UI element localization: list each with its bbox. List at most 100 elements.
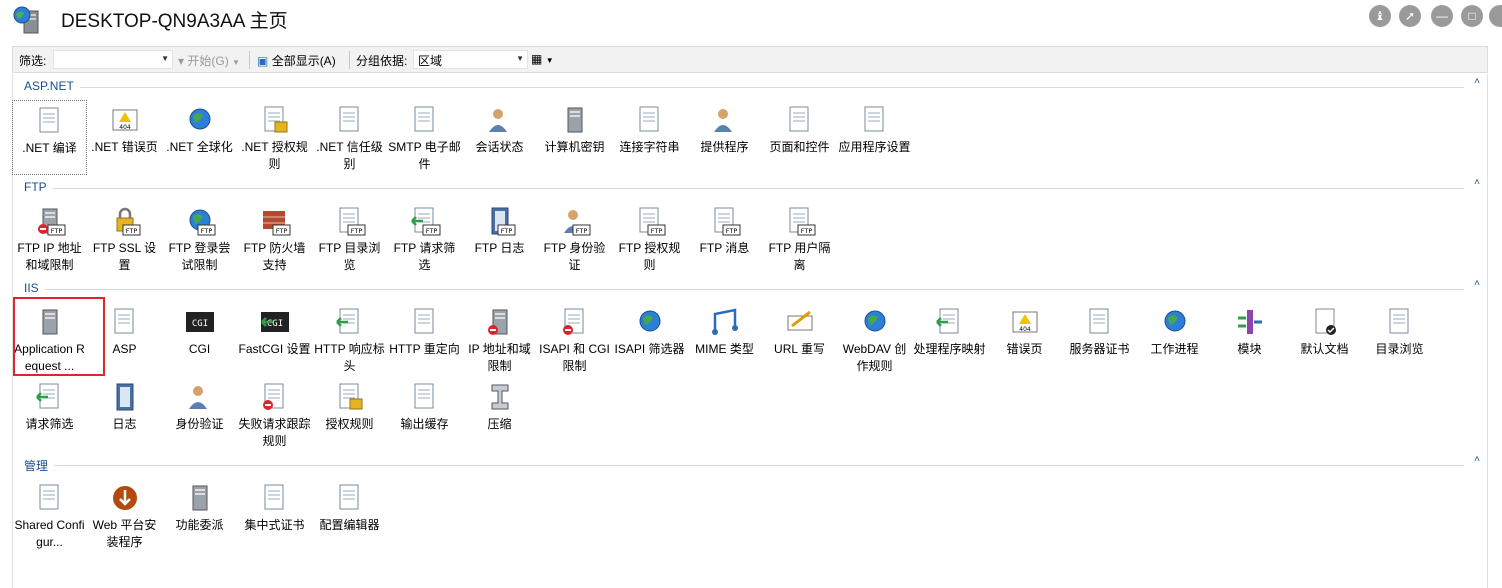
svg-text:FTP: FTP	[500, 227, 512, 235]
feature-label: 页面和控件	[769, 140, 830, 154]
feature-label: SMTP 电子邮件	[388, 140, 461, 171]
group-header[interactable]: ASP.NET ˄	[12, 76, 1488, 95]
feature-item[interactable]: FTP FTP SSL 设置	[87, 201, 162, 276]
feature-item[interactable]: Application Request ...	[12, 302, 87, 377]
window-title: DESKTOP-QN9A3AA 主页	[61, 11, 288, 32]
feature-item[interactable]: 日志	[87, 377, 162, 452]
feature-label: 请求筛选	[25, 417, 74, 431]
chevron-up-icon[interactable]: ˄	[1474, 278, 1480, 289]
feature-item[interactable]: URL 重写	[762, 302, 837, 377]
feature-item[interactable]: FTP FTP 消息	[687, 201, 762, 276]
feature-label: HTTP 重定向	[389, 342, 460, 356]
svg-text:FTP: FTP	[800, 227, 812, 235]
feature-item[interactable]: 工作进程	[1137, 302, 1212, 377]
feature-item[interactable]: IP 地址和域限制	[462, 302, 537, 377]
feature-item[interactable]: 模块	[1212, 302, 1287, 377]
feature-item[interactable]: FTP FTP 防火墙支持	[237, 201, 312, 276]
close-button[interactable]	[1489, 5, 1502, 27]
feature-item[interactable]: HTTP 响应标头	[312, 302, 387, 377]
feature-item[interactable]: .NET 授权规则	[237, 100, 312, 175]
shared-configuration-icon	[34, 482, 66, 514]
feature-item[interactable]: 配置编辑器	[312, 478, 387, 553]
feature-item[interactable]: CGI CGI	[162, 302, 237, 377]
feature-item[interactable]: 提供程序	[687, 100, 762, 175]
minimize-button[interactable]: —	[1431, 5, 1453, 27]
shirt-icon[interactable]: ♝	[1369, 5, 1391, 27]
feature-item[interactable]: 应用程序设置	[837, 100, 912, 175]
pin-icon[interactable]: ➚	[1399, 5, 1421, 27]
feature-item[interactable]: 连接字符串	[612, 100, 687, 175]
feature-item[interactable]: .NET 信任级别	[312, 100, 387, 175]
feature-item[interactable]: 压缩	[462, 377, 537, 452]
feature-label: 配置编辑器	[319, 518, 380, 532]
feature-item[interactable]: .NET 全球化	[162, 100, 237, 175]
feature-item[interactable]: 集中式证书	[237, 478, 312, 553]
feature-item[interactable]: HTTP 重定向	[387, 302, 462, 377]
feature-item[interactable]: Shared Configur...	[12, 478, 87, 553]
feature-item[interactable]: 页面和控件	[762, 100, 837, 175]
feature-label: .NET 授权规则	[241, 140, 308, 171]
feature-item[interactable]: FTP FTP 目录浏览	[312, 201, 387, 276]
feature-item[interactable]: 计算机密钥	[537, 100, 612, 175]
chevron-down-icon[interactable]: ▼	[516, 54, 524, 63]
svg-text:FTP: FTP	[575, 227, 587, 235]
filter-input[interactable]: ▼	[53, 50, 173, 69]
chevron-up-icon[interactable]: ˄	[1474, 177, 1480, 188]
feature-label: IP 地址和域限制	[468, 342, 531, 373]
show-all-label: 全部显示(A)	[271, 54, 336, 68]
feature-item[interactable]: SMTP 电子邮件	[387, 100, 462, 175]
group-by-select[interactable]: 区域 ▼	[413, 50, 528, 69]
feature-item[interactable]: CGI FastCGI 设置	[237, 302, 312, 377]
feature-item[interactable]: 处理程序映射	[912, 302, 987, 377]
feature-item[interactable]: 服务器证书	[1062, 302, 1137, 377]
feature-item[interactable]: ASP	[87, 302, 162, 377]
group-header[interactable]: IIS ˄	[12, 278, 1488, 297]
svg-text:FTP: FTP	[725, 227, 737, 235]
globe-icon	[184, 104, 216, 136]
cgi-icon: CGI	[184, 306, 216, 338]
feature-item[interactable]: FTP FTP 登录尝试限制	[162, 201, 237, 276]
feature-item[interactable]: 身份验证	[162, 377, 237, 452]
feature-label: FTP 用户隔离	[768, 241, 831, 272]
application-request-routing-icon	[34, 306, 66, 338]
view-mode-button[interactable]: ▦ ▼	[531, 52, 554, 66]
feature-label: Application Request ...	[14, 342, 85, 373]
feature-item[interactable]: 默认文档	[1287, 302, 1362, 377]
feature-item[interactable]: FTP FTP 请求筛选	[387, 201, 462, 276]
ip-restrictions-icon	[484, 306, 516, 338]
feature-item[interactable]: FTP FTP 身份验证	[537, 201, 612, 276]
chevron-down-icon[interactable]: ▼	[161, 54, 169, 63]
feature-item[interactable]: 404 .NET 错误页	[87, 100, 162, 175]
feature-item[interactable]: FTP FTP 用户隔离	[762, 201, 837, 276]
asp-icon	[109, 306, 141, 338]
feature-item[interactable]: ISAPI 和 CGI 限制	[537, 302, 612, 377]
feature-item[interactable]: FTP FTP IP 地址和域限制	[12, 201, 87, 276]
feature-item[interactable]: Web 平台安装程序	[87, 478, 162, 553]
maximize-button[interactable]: □	[1461, 5, 1483, 27]
feature-item[interactable]: 会话状态	[462, 100, 537, 175]
feature-label: Web 平台安装程序	[92, 518, 157, 549]
feature-item[interactable]: 授权规则	[312, 377, 387, 452]
toolbar-divider	[249, 51, 250, 69]
configuration-editor-icon	[334, 482, 366, 514]
group-header[interactable]: 管理 ˄	[12, 454, 1488, 474]
chevron-up-icon[interactable]: ˄	[1474, 76, 1480, 87]
feature-item[interactable]: ISAPI 筛选器	[612, 302, 687, 377]
pages-controls-icon	[784, 104, 816, 136]
feature-item[interactable]: 失败请求跟踪规则	[237, 377, 312, 452]
feature-item[interactable]: FTP FTP 授权规则	[612, 201, 687, 276]
feature-item[interactable]: 404 错误页	[987, 302, 1062, 377]
feature-item[interactable]: WebDAV 创作规则	[837, 302, 912, 377]
feature-item[interactable]: .NET 编译	[12, 100, 87, 175]
feature-item[interactable]: 目录浏览	[1362, 302, 1437, 377]
feature-item[interactable]: 请求筛选	[12, 377, 87, 452]
ftp-ssl-icon: FTP	[109, 205, 141, 237]
show-all-button[interactable]: ▣ 全部显示(A)	[257, 52, 336, 69]
group-header[interactable]: FTP ˄	[12, 177, 1488, 196]
chevron-up-icon[interactable]: ˄	[1474, 454, 1480, 465]
feature-item[interactable]: FTP FTP 日志	[462, 201, 537, 276]
feature-item[interactable]: 功能委派	[162, 478, 237, 553]
feature-item[interactable]: 输出缓存	[387, 377, 462, 452]
feature-item[interactable]: MIME 类型	[687, 302, 762, 377]
start-filter-button[interactable]: ▾ 开始(G) ▼	[178, 52, 240, 69]
